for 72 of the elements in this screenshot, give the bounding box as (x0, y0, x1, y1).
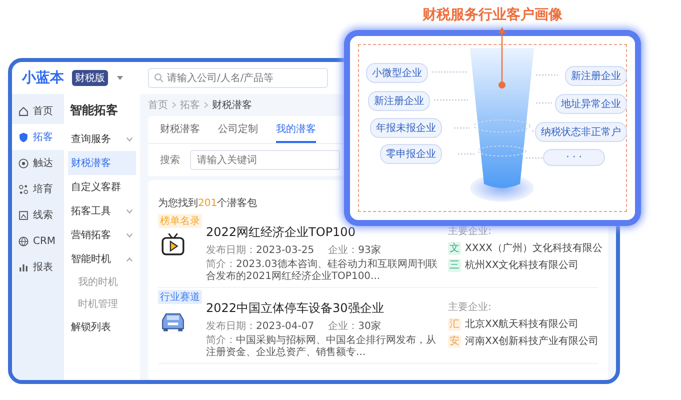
company-avatar: 安 (448, 334, 461, 348)
filter-label: 搜索 (160, 154, 180, 167)
companies-label: 主要企业: (448, 300, 492, 314)
segment-tag: 新注册企业 (565, 66, 627, 86)
nav-item[interactable]: 拓客 (12, 124, 64, 150)
company-count: 企业：93家 (328, 244, 381, 257)
bar-chart-icon (18, 262, 29, 272)
picture-icon (18, 210, 29, 220)
segment-tag: · · · (543, 149, 605, 166)
segment-tag: 新注册企业 (368, 91, 430, 111)
result-summary: 为您找到201个潜客包 (158, 196, 258, 211)
company-count: 企业：30家 (328, 320, 381, 333)
nav-item[interactable]: 培育 (12, 176, 64, 202)
menu-group[interactable]: 查询服务 (68, 127, 136, 151)
company-avatar: 文 (448, 242, 461, 254)
publish-date: 发布日期：2023-04-07 (206, 320, 314, 333)
keyword-field[interactable]: 请输入关键词 (190, 150, 340, 170)
search-field[interactable]: 请输入公司/人名/产品等 (148, 68, 328, 88)
tab[interactable]: 财税潜客 (160, 116, 200, 143)
company-name[interactable]: 河南XX创新科技产业有限公司 (465, 334, 599, 348)
portrait-title: 财税服务行业客户画像 (422, 6, 564, 24)
publish-date: 发布日期：2023-03-25 (206, 244, 314, 257)
target-icon (18, 158, 29, 168)
nav-item[interactable]: 首页 (12, 98, 64, 124)
chevron-down-icon (126, 136, 133, 142)
package-title[interactable]: 2022网红经济企业TOP100 (206, 224, 440, 241)
globe-icon (18, 236, 29, 246)
segment-tag: 年报未报企业 (370, 118, 442, 138)
nav-item[interactable]: 报表 (12, 254, 64, 280)
package-summary: 简介：2023.03德本咨询、硅谷动力和互联网周刊联合发布的2021网红经济企业TOP100... (206, 259, 438, 283)
chevron-down-icon (126, 208, 133, 214)
companies-label: 主要企业: (448, 225, 492, 238)
pointer-arrow (498, 27, 506, 88)
package-title[interactable]: 2022中国立体停车设备30强企业 (206, 300, 440, 317)
package-summary: 简介：中国采购与招标网、中国名企排行网发布，从注册资金、企业总资产、销售额专... (206, 335, 437, 359)
caret-icon[interactable] (116, 75, 124, 81)
leader-line (536, 102, 552, 104)
shield-icon (18, 132, 29, 142)
company-avatar: 三 (448, 258, 461, 272)
app-logo: 小蓝本 (22, 69, 64, 87)
nav-item[interactable]: 线索 (12, 202, 64, 228)
menu-item[interactable]: 自定义客群 (68, 175, 136, 199)
nav-item[interactable]: CRM (12, 228, 64, 254)
company-name[interactable]: 杭州XX文化科技有限公司 (465, 258, 579, 272)
menu-group[interactable]: 营销拓客 (68, 223, 136, 247)
segment-tag: 地址异常企业 (555, 94, 627, 114)
nav-item[interactable]: 触达 (12, 150, 64, 176)
nodes-icon (18, 184, 29, 194)
tab[interactable]: 公司定制 (218, 116, 258, 143)
segment-tag: 纳税状态非正常户 (535, 122, 627, 142)
search-icon (154, 73, 164, 83)
chevron-down-icon (126, 232, 133, 238)
category-tag: 榜单名录 (158, 214, 202, 228)
breadcrumb-link[interactable]: 财税潜客 (212, 98, 252, 112)
company-name[interactable]: XXXX（广州）文化科技有限公 (465, 241, 602, 255)
company-avatar: 汇 (448, 318, 461, 330)
home-icon (18, 106, 29, 116)
edition-badge: 财税版 (72, 70, 108, 86)
tv-icon (160, 231, 186, 257)
menu-group[interactable]: 智能时机 (68, 247, 136, 271)
menu-item[interactable]: 解锁列表 (68, 315, 136, 339)
segment-tag: 零申报企业 (380, 144, 442, 164)
leader-line (536, 74, 558, 76)
menu-title: 智能拓客 (69, 102, 119, 119)
menu-group[interactable]: 拓客工具 (68, 199, 136, 223)
company-name[interactable]: 北京XX航天科技有限公司 (465, 317, 579, 331)
chevron-up-icon (126, 256, 133, 262)
chevron-icon (204, 102, 208, 108)
chevron-icon (172, 102, 176, 108)
menu-item[interactable]: 财税潜客 (68, 151, 136, 175)
segment-tag: 小微型企业 (366, 63, 428, 83)
category-tag: 行业赛道 (158, 290, 202, 304)
